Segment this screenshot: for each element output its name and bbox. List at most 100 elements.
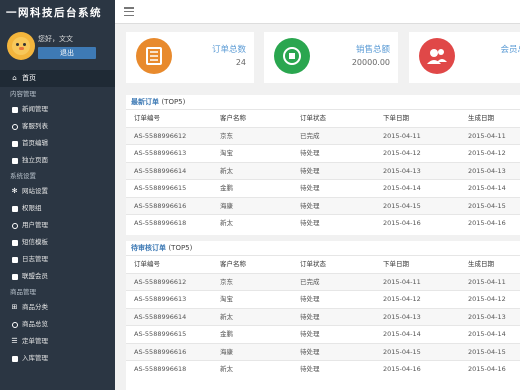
- table-cell: 海康: [220, 201, 233, 210]
- sidebar-item-label: 客服列表: [22, 122, 48, 130]
- table-row[interactable]: AS-5588996616 海康 待处理 2015-04-15 2015-04-15: [126, 342, 520, 360]
- message-icon: [11, 239, 18, 246]
- stat-value: 20000.00: [351, 58, 390, 67]
- table-row[interactable]: AS-5588996612 京东 已完成 2015-04-11 2015-04-11: [126, 272, 520, 290]
- stat-label: 订单总数: [211, 45, 246, 55]
- table-cell: 2015-04-15: [383, 201, 421, 210]
- table-cell: 2015-04-13: [383, 166, 421, 175]
- table-cell: 待处理: [300, 219, 320, 227]
- sidebar-item-standalone-page[interactable]: 独立页面: [0, 152, 115, 169]
- sidebar-item-product-category[interactable]: ⊞ 商品分类: [0, 299, 115, 316]
- sidebar-item-label: 网站设置: [22, 187, 48, 195]
- table-cell: 2015-04-11: [468, 131, 506, 140]
- table-cell: 2015-04-15: [383, 347, 421, 356]
- table-cell: 2015-04-14: [468, 184, 506, 192]
- panel-title-text: 待审核订单: [131, 244, 166, 252]
- table-row[interactable]: AS-5588996615 金鹏 待处理 2015-04-14 2015-04-14: [126, 179, 520, 197]
- table-cell: 待处理: [300, 347, 320, 356]
- panel-subtitle: (TOP5): [168, 244, 193, 252]
- sidebar-item-site-settings[interactable]: ✻ 网站设置: [0, 183, 115, 200]
- table-row[interactable]: AS-5588996613 淘宝 待处理 2015-04-12 2015-04-12: [126, 144, 520, 162]
- table-cell: AS-5588996615: [134, 184, 187, 192]
- table-row[interactable]: AS-5588996616 海康 待处理 2015-04-15 2015-04-15: [126, 196, 520, 214]
- table-row[interactable]: AS-5588996618 新太 待处理 2015-04-16 2015-04-16: [126, 214, 520, 232]
- table-cell: 淘宝: [220, 295, 233, 303]
- logout-button[interactable]: 退出: [38, 47, 96, 59]
- sidebar-item-user-management[interactable]: 用户管理: [0, 217, 115, 234]
- column-header: 生成日期: [468, 260, 494, 268]
- gear-icon: ✻: [11, 187, 18, 195]
- stat-card-sales: 销售总额 20000.00: [264, 32, 398, 83]
- table-row[interactable]: AS-5588996614 新太 待处理 2015-04-13 2015-04-13: [126, 307, 520, 325]
- money-icon: [274, 38, 310, 74]
- table-cell: 待处理: [300, 330, 320, 338]
- panel-title: 待审核订单 (TOP5): [126, 241, 520, 255]
- table-cell: AS-5588996618: [134, 219, 187, 227]
- latest-orders-panel: 最新订单 (TOP5) 订单编号 客户名称 订单状态 下单日期 生成日期 AS-55889…: [126, 95, 520, 235]
- table-cell: 2015-04-16: [383, 219, 421, 227]
- table-row[interactable]: AS-5588996612 京东 已完成 2015-04-11 2015-04-11: [126, 126, 520, 144]
- inbox-icon: [11, 355, 18, 362]
- table-cell: AS-5588996616: [134, 201, 187, 210]
- table-cell: 2015-04-13: [468, 166, 506, 175]
- table-cell: AS-5588996613: [134, 149, 187, 157]
- table-row[interactable]: AS-5588996615 金鹏 待处理 2015-04-14 2015-04-14: [126, 325, 520, 343]
- table-cell: 2015-04-15: [468, 347, 506, 356]
- table-cell: AS-5588996616: [134, 347, 187, 356]
- sidebar-item-label: 联盟会员: [22, 272, 48, 280]
- column-header: 订单编号: [134, 260, 160, 268]
- table-row[interactable]: AS-5588996618 新太 待处理 2015-04-16 2015-04-16: [126, 360, 520, 378]
- table-cell: 待处理: [300, 295, 320, 303]
- stat-label: 销售总额: [355, 45, 390, 55]
- sidebar-item-news[interactable]: 新闻管理: [0, 101, 115, 118]
- table-cell: 2015-04-14: [383, 330, 421, 338]
- sidebar-item-homepage-edit[interactable]: 首页编辑: [0, 135, 115, 152]
- table-cell: AS-5588996614: [134, 312, 187, 321]
- sidebar-item-order-management[interactable]: ☰ 定单管理: [0, 333, 115, 350]
- sidebar-item-permission-group[interactable]: 权限组: [0, 200, 115, 217]
- latest-orders-table: 订单编号 客户名称 订单状态 下单日期 生成日期 AS-5588996612 京东 已完成 20…: [126, 109, 520, 232]
- sidebar-item-alliance-members[interactable]: 联盟会员: [0, 268, 115, 285]
- sidebar-section-products: 商品管理: [10, 288, 36, 296]
- table-cell: 待处理: [300, 166, 320, 175]
- column-header: 下单日期: [383, 260, 409, 268]
- table-cell: 2015-04-11: [383, 131, 421, 140]
- home-icon: ⌂: [12, 74, 17, 82]
- sidebar-item-product-overview[interactable]: 商品总览: [0, 316, 115, 333]
- table-cell: 2015-04-12: [383, 149, 421, 157]
- sidebar-item-stock-in[interactable]: 入库管理: [0, 350, 115, 367]
- table-cell: AS-5588996613: [134, 295, 187, 303]
- list-icon: ☰: [11, 337, 18, 345]
- plus-circle-icon: [11, 321, 18, 328]
- sidebar-section-system: 系统设置: [10, 172, 36, 180]
- table-header-row: 订单编号 客户名称 订单状态 下单日期 生成日期: [126, 255, 520, 273]
- table-cell: 2015-04-11: [383, 277, 421, 286]
- table-cell: AS-5588996614: [134, 166, 187, 175]
- table-row[interactable]: AS-5588996613 淘宝 待处理 2015-04-12 2015-04-12: [126, 290, 520, 308]
- table-cell: 新太: [220, 219, 233, 227]
- sidebar-item-label: 商品总览: [22, 320, 48, 328]
- sidebar-item-label: 定单管理: [22, 337, 48, 345]
- table-cell: AS-5588996612: [134, 277, 187, 286]
- panel-title-text: 最新订单: [131, 98, 159, 106]
- stat-card-orders: 订单总数 24: [126, 32, 254, 83]
- table-cell: 淘宝: [220, 149, 233, 157]
- table-cell: AS-5588996612: [134, 131, 187, 140]
- sidebar-item-sms-template[interactable]: 短信模板: [0, 234, 115, 251]
- menu-toggle-icon[interactable]: [124, 7, 134, 17]
- edit-icon: [11, 140, 18, 147]
- sidebar-item-log-management[interactable]: 日志管理: [0, 251, 115, 268]
- panel-subtitle: (TOP5): [161, 98, 186, 106]
- sidebar-item-label: 用户管理: [22, 221, 48, 229]
- table-cell: 2015-04-16: [383, 365, 421, 373]
- sidebar-item-home[interactable]: ⌂ 首页: [0, 70, 115, 87]
- sidebar-item-label: 短信模板: [22, 238, 48, 246]
- table-cell: 待处理: [300, 201, 320, 210]
- table-cell: 金鹏: [220, 184, 233, 192]
- column-header: 订单状态: [300, 114, 326, 122]
- sidebar-item-label: 新闻管理: [22, 105, 48, 113]
- sidebar-item-support-list[interactable]: 客服列表: [0, 118, 115, 135]
- table-row[interactable]: AS-5588996614 新太 待处理 2015-04-13 2015-04-13: [126, 161, 520, 179]
- table-cell: 新太: [220, 365, 233, 373]
- grid-icon: ⊞: [11, 303, 18, 311]
